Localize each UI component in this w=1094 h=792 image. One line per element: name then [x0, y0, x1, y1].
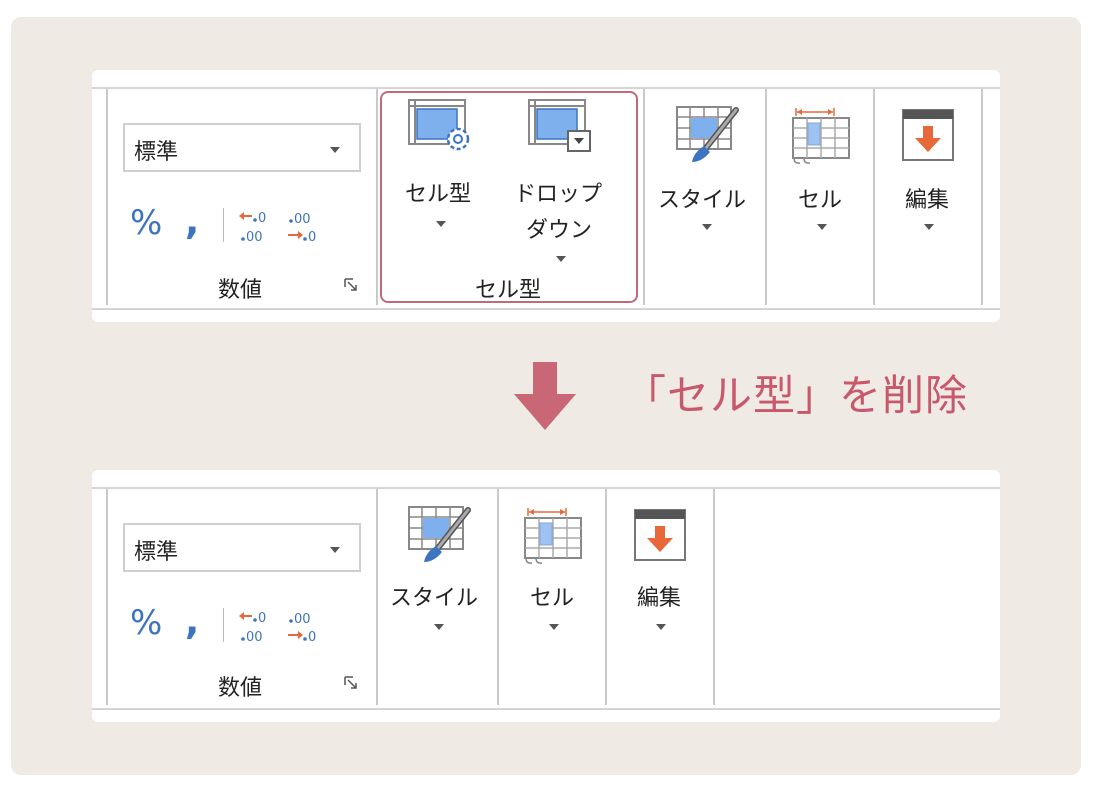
svg-text:0: 0 [258, 211, 266, 226]
dropdown-button-label-line1[interactable]: ドロップ [514, 176, 602, 208]
decrease-decimal-icon[interactable]: 00 0 [286, 208, 324, 244]
arrow-down-icon [514, 362, 576, 430]
chevron-down-icon [330, 547, 340, 553]
svg-text:00: 00 [294, 612, 311, 627]
group-separator [106, 489, 108, 705]
ribbon-after: 標準 % ‚ 0 00 00 0 数値 スタイル セル 編集 [92, 470, 1000, 722]
dropdown-arrow-icon[interactable] [656, 624, 666, 630]
group-separator [106, 89, 108, 305]
button-divider [223, 608, 224, 642]
group-separator [713, 489, 715, 705]
ribbon-top-border [92, 487, 1000, 489]
cell-type-icon[interactable] [408, 99, 472, 157]
ribbon-top-border [92, 87, 1000, 89]
style-button-label[interactable]: スタイル [658, 182, 746, 214]
increase-decimal-icon[interactable]: 0 00 [238, 208, 276, 244]
ribbon-bottom-border [92, 708, 1000, 710]
dropdown-arrow-icon[interactable] [434, 624, 444, 630]
svg-text:0: 0 [308, 230, 316, 244]
dropdown-arrow-icon[interactable] [817, 224, 827, 230]
comma-style-button[interactable]: ‚ [184, 598, 199, 644]
dialog-launcher-icon[interactable] [344, 676, 358, 690]
decrease-decimal-icon[interactable]: 00 0 [286, 608, 324, 644]
cell-type-button-label[interactable]: セル型 [405, 176, 471, 208]
number-format-value: 標準 [134, 140, 179, 165]
dropdown-button-label-line2[interactable]: ダウン [526, 212, 592, 244]
group-separator [376, 489, 378, 705]
group-label-number: 数値 [218, 676, 263, 701]
group-separator [981, 89, 983, 305]
group-label-celltype: セル型 [475, 278, 542, 303]
percent-style-button[interactable]: % [130, 603, 162, 643]
cell-button-label[interactable]: セル [530, 580, 574, 612]
cell-style-brush-icon[interactable] [408, 506, 472, 568]
group-separator [643, 89, 645, 305]
dropdown-arrow-icon[interactable] [549, 624, 559, 630]
dialog-launcher-icon[interactable] [344, 278, 358, 292]
edit-down-arrow-icon[interactable] [902, 109, 956, 163]
svg-text:00: 00 [246, 630, 263, 644]
cell-format-icon[interactable] [792, 108, 852, 166]
dropdown-arrow-icon[interactable] [436, 221, 446, 227]
group-label-number: 数値 [218, 278, 263, 303]
dropdown-celltype-icon[interactable] [528, 99, 592, 157]
dropdown-arrow-icon[interactable] [924, 224, 934, 230]
cell-style-brush-icon[interactable] [676, 106, 740, 168]
dropdown-arrow-icon[interactable] [556, 256, 566, 262]
caption-text: 「セル型」を削除 [624, 371, 969, 420]
ribbon-bottom-border [92, 308, 1000, 310]
increase-decimal-icon[interactable]: 0 00 [238, 608, 276, 644]
cell-button-label[interactable]: セル [798, 182, 842, 214]
svg-text:0: 0 [308, 630, 316, 644]
group-separator [376, 89, 378, 305]
group-separator [873, 89, 875, 305]
dropdown-arrow-icon[interactable] [702, 224, 712, 230]
edit-button-label[interactable]: 編集 [905, 182, 949, 214]
group-separator [497, 489, 499, 705]
svg-text:00: 00 [246, 230, 263, 244]
ribbon-before: 標準 % ‚ 0 00 00 0 数値 セル型 ドロップ ダウン セル型 スタイ… [92, 70, 1000, 322]
comma-style-button[interactable]: ‚ [184, 198, 199, 244]
group-separator [765, 89, 767, 305]
number-format-combobox[interactable]: 標準 [123, 523, 361, 572]
svg-text:00: 00 [294, 212, 311, 227]
percent-style-button[interactable]: % [130, 203, 162, 243]
number-format-combobox[interactable]: 標準 [123, 123, 361, 172]
edit-button-label[interactable]: 編集 [637, 580, 681, 612]
button-divider [223, 208, 224, 242]
cell-format-icon[interactable] [524, 508, 584, 566]
group-separator [605, 489, 607, 705]
chevron-down-icon [330, 147, 340, 153]
number-format-value: 標準 [134, 540, 179, 565]
style-button-label[interactable]: スタイル [390, 580, 478, 612]
edit-down-arrow-icon[interactable] [634, 509, 688, 563]
svg-text:0: 0 [258, 611, 266, 626]
